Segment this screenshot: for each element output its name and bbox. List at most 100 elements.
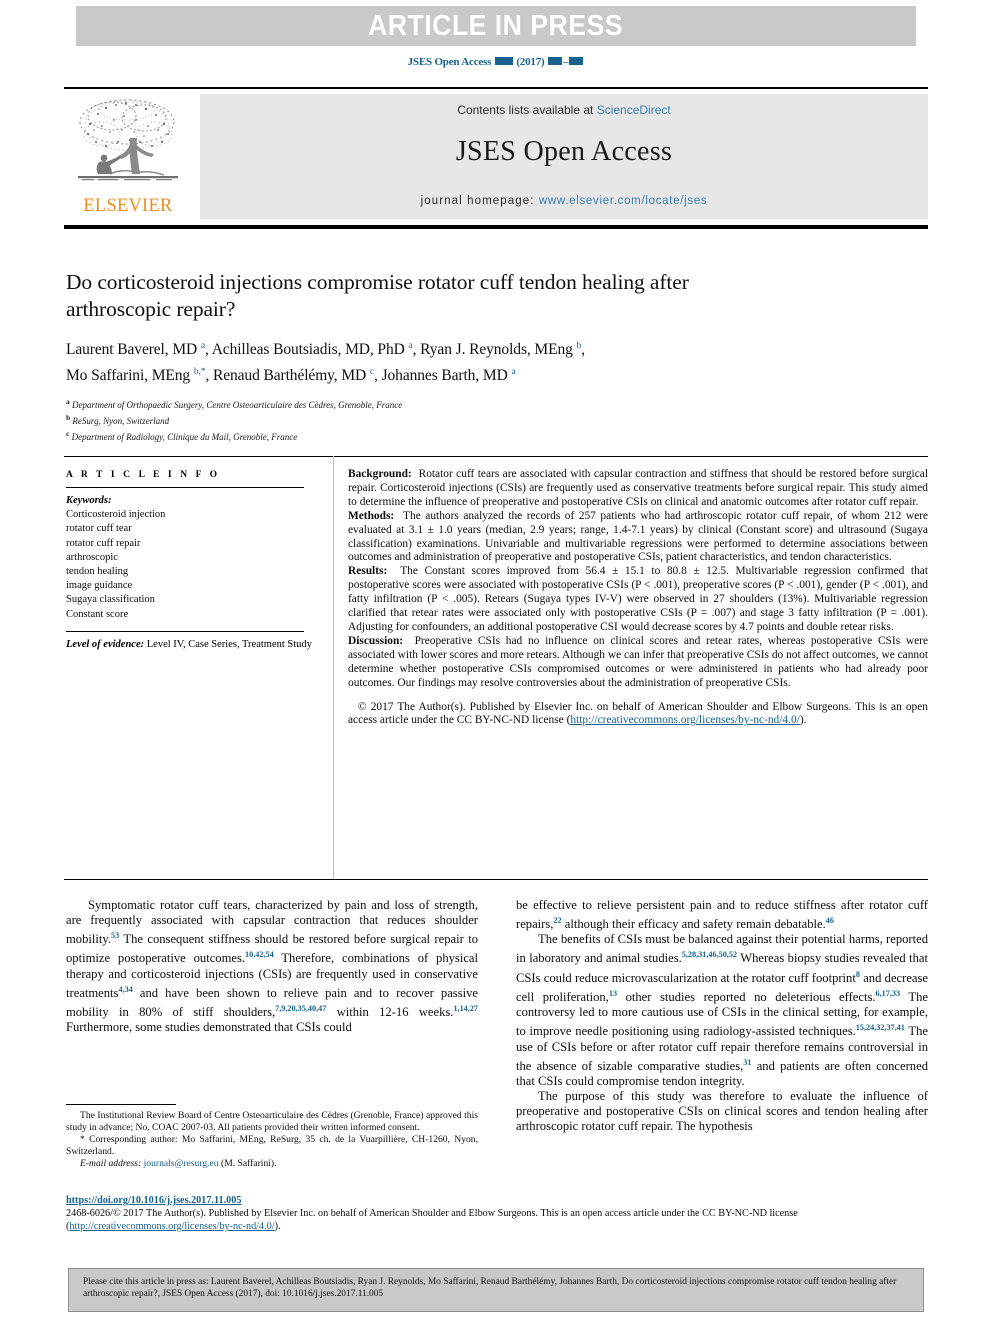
footnote-irb: The Institutional Review Board of Centre… [66,1110,478,1133]
keyword-item: arthroscopic [66,551,118,563]
running-head-journal: JSES Open Access [407,56,492,68]
footnote-email: E-mail address: journals@resurg.eu (M. S… [66,1158,478,1170]
abstract-background-label: Background: [348,468,412,480]
article-in-press-banner: ARTICLE IN PRESS [76,6,916,46]
citation-ref[interactable]: 8 [856,970,860,979]
article-info-column: A R T I C L E I N F O Keywords: Corticos… [66,470,314,652]
abstract-background-text: Rotator cuff tears are associated with c… [348,468,928,508]
article-info-rule-2 [66,630,304,632]
abstract-top-rule [64,456,928,457]
running-head-year: (2017) [516,56,545,68]
keyword-item: image guidance [66,580,133,592]
elsevier-logo: ELSEVIER [64,94,192,219]
footnote-asterisk-marker: * [80,1133,85,1145]
masthead: ELSEVIER Contents lists available at Sci… [64,94,928,219]
title-block: Do corticosteroid injections compromise … [66,269,766,444]
keyword-item: rotator cuff repair [66,537,141,549]
citation-ref[interactable]: 1,14,27 [453,1004,478,1013]
level-of-evidence-label: Level of evidence: [66,638,145,650]
page-title: Do corticosteroid injections compromise … [66,270,689,321]
body-paragraph: The benefits of CSIs must be balanced ag… [516,932,929,1089]
abstract-methods-label: Methods: [348,509,395,522]
affiliation-marker-b: b [66,413,71,423]
citation-ref[interactable]: 7,9,20,35,40,47 [275,1004,326,1013]
keyword-item: Corticosteroid injection [66,509,166,521]
contents-lists-line: Contents lists available at ScienceDirec… [200,103,928,117]
masthead-bottom-rule [64,225,928,229]
citation-ref[interactable]: 31 [743,1058,751,1067]
elsevier-tree-icon [78,99,178,181]
cite-this-article-text: Please cite this article in press as: La… [83,1277,897,1300]
abstract-discussion-text: Preoperative CSIs had no influence on cl… [348,634,928,689]
abstract-results: Results: The Constant scores improved fr… [348,565,928,635]
author-line-2: Mo Saffarini, MEng b,*, Renaud Barthélém… [66,367,516,385]
footnote-block: The Institutional Review Board of Centre… [66,1110,478,1170]
body-paragraph: Symptomatic rotator cuff tears, characte… [66,898,479,1035]
license-link[interactable]: http://creativecommons.org/licenses/by-n… [69,1221,274,1232]
keywords-label: Keywords: [66,495,112,506]
body-paragraph: The purpose of this study was therefore … [516,1089,928,1134]
body-paragraph: be effective to relieve persistent pain … [516,898,928,932]
author-list: Laurent Baverel, MD a, Achilleas Boutsia… [66,335,766,387]
email-link[interactable]: journals@resurg.eu [144,1158,219,1169]
abstract-column-divider [333,456,334,880]
abstract-discussion-label: Discussion: [348,634,404,647]
affiliation-b: b ReSurg, Nyon, Switzerland [66,412,766,428]
citation-ref[interactable]: 10,42,54 [245,950,274,959]
affiliation-a: a Department of Orthopaedic Surgery, Cen… [66,396,766,412]
masthead-top-rule [64,87,928,89]
doi-link[interactable]: https://doi.org/10.1016/j.jses.2017.11.0… [66,1194,928,1207]
abstract-license-suffix: ). [799,714,807,727]
body-column-right: be effective to relieve persistent pain … [516,898,928,1134]
affiliations: a Department of Orthopaedic Surgery, Cen… [66,396,766,443]
citation-ref[interactable]: 46 [826,916,834,925]
affiliation-marker-a: a [66,397,70,407]
abstract-copyright-line: © 2017 The Author(s). Published by Elsev… [358,700,852,713]
abstract-column: Background: Rotator cuff tears are assoc… [348,468,928,728]
email-owner: (M. Saffarini). [221,1157,277,1169]
cite-this-article-box: Please cite this article in press as: La… [68,1268,924,1312]
sciencedirect-link[interactable]: ScienceDirect [597,103,671,117]
abstract-license-link[interactable]: http://creativecommons.org/licenses/by-n… [570,714,799,726]
citation-ref[interactable]: 22 [553,916,561,925]
abstract-discussion: Discussion: Preoperative CSIs had no inf… [348,635,928,691]
citation-ref[interactable]: 53 [111,931,119,940]
doi-license-block: https://doi.org/10.1016/j.jses.2017.11.0… [66,1194,928,1233]
keyword-item: Sugaya classification [66,594,155,606]
article-info-rule [66,487,304,488]
citation-ref[interactable]: 4,34 [118,985,132,994]
journal-title: JSES Open Access [455,136,673,167]
abstract-background: Background: Rotator cuff tears are assoc… [348,468,928,510]
email-label: E-mail address: [80,1157,142,1169]
article-info-heading: A R T I C L E I N F O [66,470,221,480]
abstract-results-text: The Constant scores improved from 56.4 ±… [348,565,928,633]
keyword-item: tendon healing [66,566,129,578]
footnote-rule [66,1104,176,1105]
abstract-methods: Methods: The authors analyzed the record… [348,510,928,566]
level-of-evidence-value: Level IV, Case Series, Treatment Study [146,638,312,650]
abstract-results-label: Results: [348,565,388,578]
affiliation-text-c: Department of Radiology, Clinique du Mai… [71,431,298,442]
citation-ref[interactable]: 6,17,33 [876,989,901,998]
journal-homepage-line: journal homepage: www.elsevier.com/locat… [200,195,928,207]
affiliation-text-a: Department of Orthopaedic Surgery, Centr… [72,400,403,411]
journal-homepage-link[interactable]: www.elsevier.com/locate/jses [539,195,708,207]
sciencedirect-panel: Contents lists available at ScienceDirec… [200,94,928,219]
citation-ref[interactable]: 5,28,31,46,50,52 [682,950,737,959]
page-end-placeholder-box [569,57,584,66]
article-in-press-label: ARTICLE IN PRESS [368,9,624,42]
page-start-placeholder-box [548,57,563,66]
abstract-bottom-rule [64,879,928,880]
homepage-label: journal homepage: [420,195,539,207]
affiliation-text-b: ReSurg, Nyon, Switzerland [72,416,170,427]
keyword-item: Constant score [66,608,129,620]
keyword-item: rotator cuff tear [66,523,132,535]
citation-ref[interactable]: 13 [609,989,617,998]
affiliation-marker-c: c [66,428,70,438]
body-column-left: Symptomatic rotator cuff tears, characte… [66,898,478,1036]
elsevier-wordmark: ELSEVIER [83,195,173,216]
running-head: JSES Open Access (2017) – [0,56,992,68]
footnote-corresponding-text: Corresponding author: Mo Saffarini, MEng… [66,1133,478,1157]
affiliation-c: c Department of Radiology, Clinique du M… [66,428,766,444]
citation-ref[interactable]: 15,24,32,37,41 [856,1023,905,1032]
